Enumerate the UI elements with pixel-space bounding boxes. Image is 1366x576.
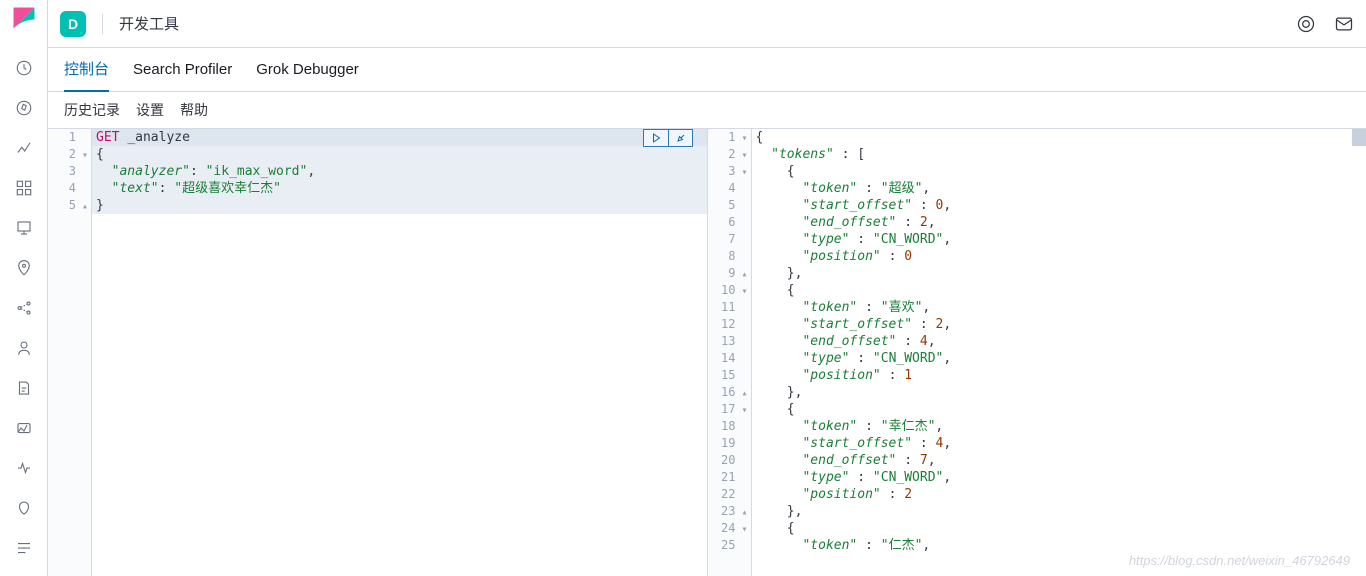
- nav-logs-icon[interactable]: [0, 368, 48, 408]
- nav-rail: [0, 0, 48, 576]
- code-line: 3▾ {: [708, 163, 1366, 180]
- toolbar: 历史记录 设置 帮助: [48, 92, 1366, 128]
- tab-search-profiler[interactable]: Search Profiler: [133, 48, 232, 92]
- code-line: 10▾ {: [708, 282, 1366, 299]
- code-line: 6 "end_offset" : 2,: [708, 214, 1366, 231]
- code-line: 2▾{: [48, 146, 707, 163]
- code-line: 5 "start_offset" : 0,: [708, 197, 1366, 214]
- code-line: 23▴ },: [708, 503, 1366, 520]
- send-request-button[interactable]: [644, 130, 668, 146]
- tab-console[interactable]: 控制台: [64, 48, 109, 92]
- nav-uptime-icon[interactable]: [0, 448, 48, 488]
- code-line: 8 "position" : 0: [708, 248, 1366, 265]
- code-line: 9▴ },: [708, 265, 1366, 282]
- tab-grok-debugger[interactable]: Grok Debugger: [256, 48, 359, 92]
- fold-toggle-icon[interactable]: ▾: [738, 283, 752, 300]
- code-line: 1▾{: [708, 129, 1366, 146]
- code-line: 3 "analyzer": "ik_max_word",: [48, 163, 707, 180]
- nav-discover-icon[interactable]: [0, 88, 48, 128]
- help-icon[interactable]: [1296, 14, 1316, 34]
- toolbar-settings[interactable]: 设置: [136, 100, 164, 120]
- nav-metrics-icon[interactable]: [0, 328, 48, 368]
- nav-ml-icon[interactable]: [0, 288, 48, 328]
- nav-collapse-icon[interactable]: [0, 528, 48, 568]
- tabs: 控制台 Search Profiler Grok Debugger: [48, 48, 1366, 92]
- code-line: 5▴}: [48, 197, 707, 214]
- newsfeed-icon[interactable]: [1334, 14, 1354, 34]
- nav-maps-icon[interactable]: [0, 248, 48, 288]
- code-line: 14 "type" : "CN_WORD",: [708, 350, 1366, 367]
- nav-visualize-icon[interactable]: [0, 128, 48, 168]
- fold-toggle-icon[interactable]: ▴: [738, 504, 752, 521]
- fold-toggle-icon[interactable]: ▾: [738, 164, 752, 181]
- request-editor[interactable]: 1GET _analyze2▾{3 "analyzer": "ik_max_wo…: [48, 129, 708, 576]
- nav-recent-icon[interactable]: [0, 48, 48, 88]
- code-line: 17▾ {: [708, 401, 1366, 418]
- request-options-button[interactable]: [668, 130, 692, 146]
- nav-siem-icon[interactable]: [0, 488, 48, 528]
- code-line: 4 "text": "超级喜欢幸仁杰": [48, 180, 707, 197]
- code-line: 12 "start_offset" : 2,: [708, 316, 1366, 333]
- code-line: 15 "position" : 1: [708, 367, 1366, 384]
- code-line: 13 "end_offset" : 4,: [708, 333, 1366, 350]
- code-line: 11 "token" : "喜欢",: [708, 299, 1366, 316]
- fold-toggle-icon[interactable]: ▴: [738, 266, 752, 283]
- fold-toggle-icon[interactable]: ▾: [738, 521, 752, 538]
- code-line: 2▾ "tokens" : [: [708, 146, 1366, 163]
- main-area: D 开发工具 控制台 Search Profiler Grok Debugger…: [48, 0, 1366, 576]
- code-line: 4 "token" : "超级",: [708, 180, 1366, 197]
- fold-toggle-icon[interactable]: ▴: [78, 198, 92, 215]
- fold-toggle-icon[interactable]: ▾: [738, 402, 752, 419]
- code-line: 22 "position" : 2: [708, 486, 1366, 503]
- fold-toggle-icon[interactable]: ▾: [738, 147, 752, 164]
- fold-toggle-icon[interactable]: ▾: [78, 147, 92, 164]
- editors: 1GET _analyze2▾{3 "analyzer": "ik_max_wo…: [48, 128, 1366, 576]
- toolbar-help[interactable]: 帮助: [180, 100, 208, 120]
- nav-dashboard-icon[interactable]: [0, 168, 48, 208]
- code-line: 1GET _analyze: [48, 129, 707, 146]
- toolbar-history[interactable]: 历史记录: [64, 100, 120, 120]
- response-viewer[interactable]: ⋮ 1▾{2▾ "tokens" : [3▾ {4 "token" : "超级"…: [708, 129, 1366, 576]
- request-actions: [643, 129, 693, 147]
- fold-toggle-icon[interactable]: ▴: [738, 385, 752, 402]
- code-line: 18 "token" : "幸仁杰",: [708, 418, 1366, 435]
- code-line: 7 "type" : "CN_WORD",: [708, 231, 1366, 248]
- kibana-logo-icon[interactable]: [12, 6, 36, 30]
- code-line: 21 "type" : "CN_WORD",: [708, 469, 1366, 486]
- fold-toggle-icon[interactable]: ▾: [738, 130, 752, 147]
- code-line: 20 "end_offset" : 7,: [708, 452, 1366, 469]
- code-line: 16▴ },: [708, 384, 1366, 401]
- code-line: 25 "token" : "仁杰",: [708, 537, 1366, 554]
- space-badge[interactable]: D: [60, 11, 86, 37]
- code-line: 19 "start_offset" : 4,: [708, 435, 1366, 452]
- breadcrumb-title: 开发工具: [119, 13, 179, 34]
- code-line: 24▾ {: [708, 520, 1366, 537]
- nav-canvas-icon[interactable]: [0, 208, 48, 248]
- nav-apm-icon[interactable]: [0, 408, 48, 448]
- topbar: D 开发工具: [48, 0, 1366, 48]
